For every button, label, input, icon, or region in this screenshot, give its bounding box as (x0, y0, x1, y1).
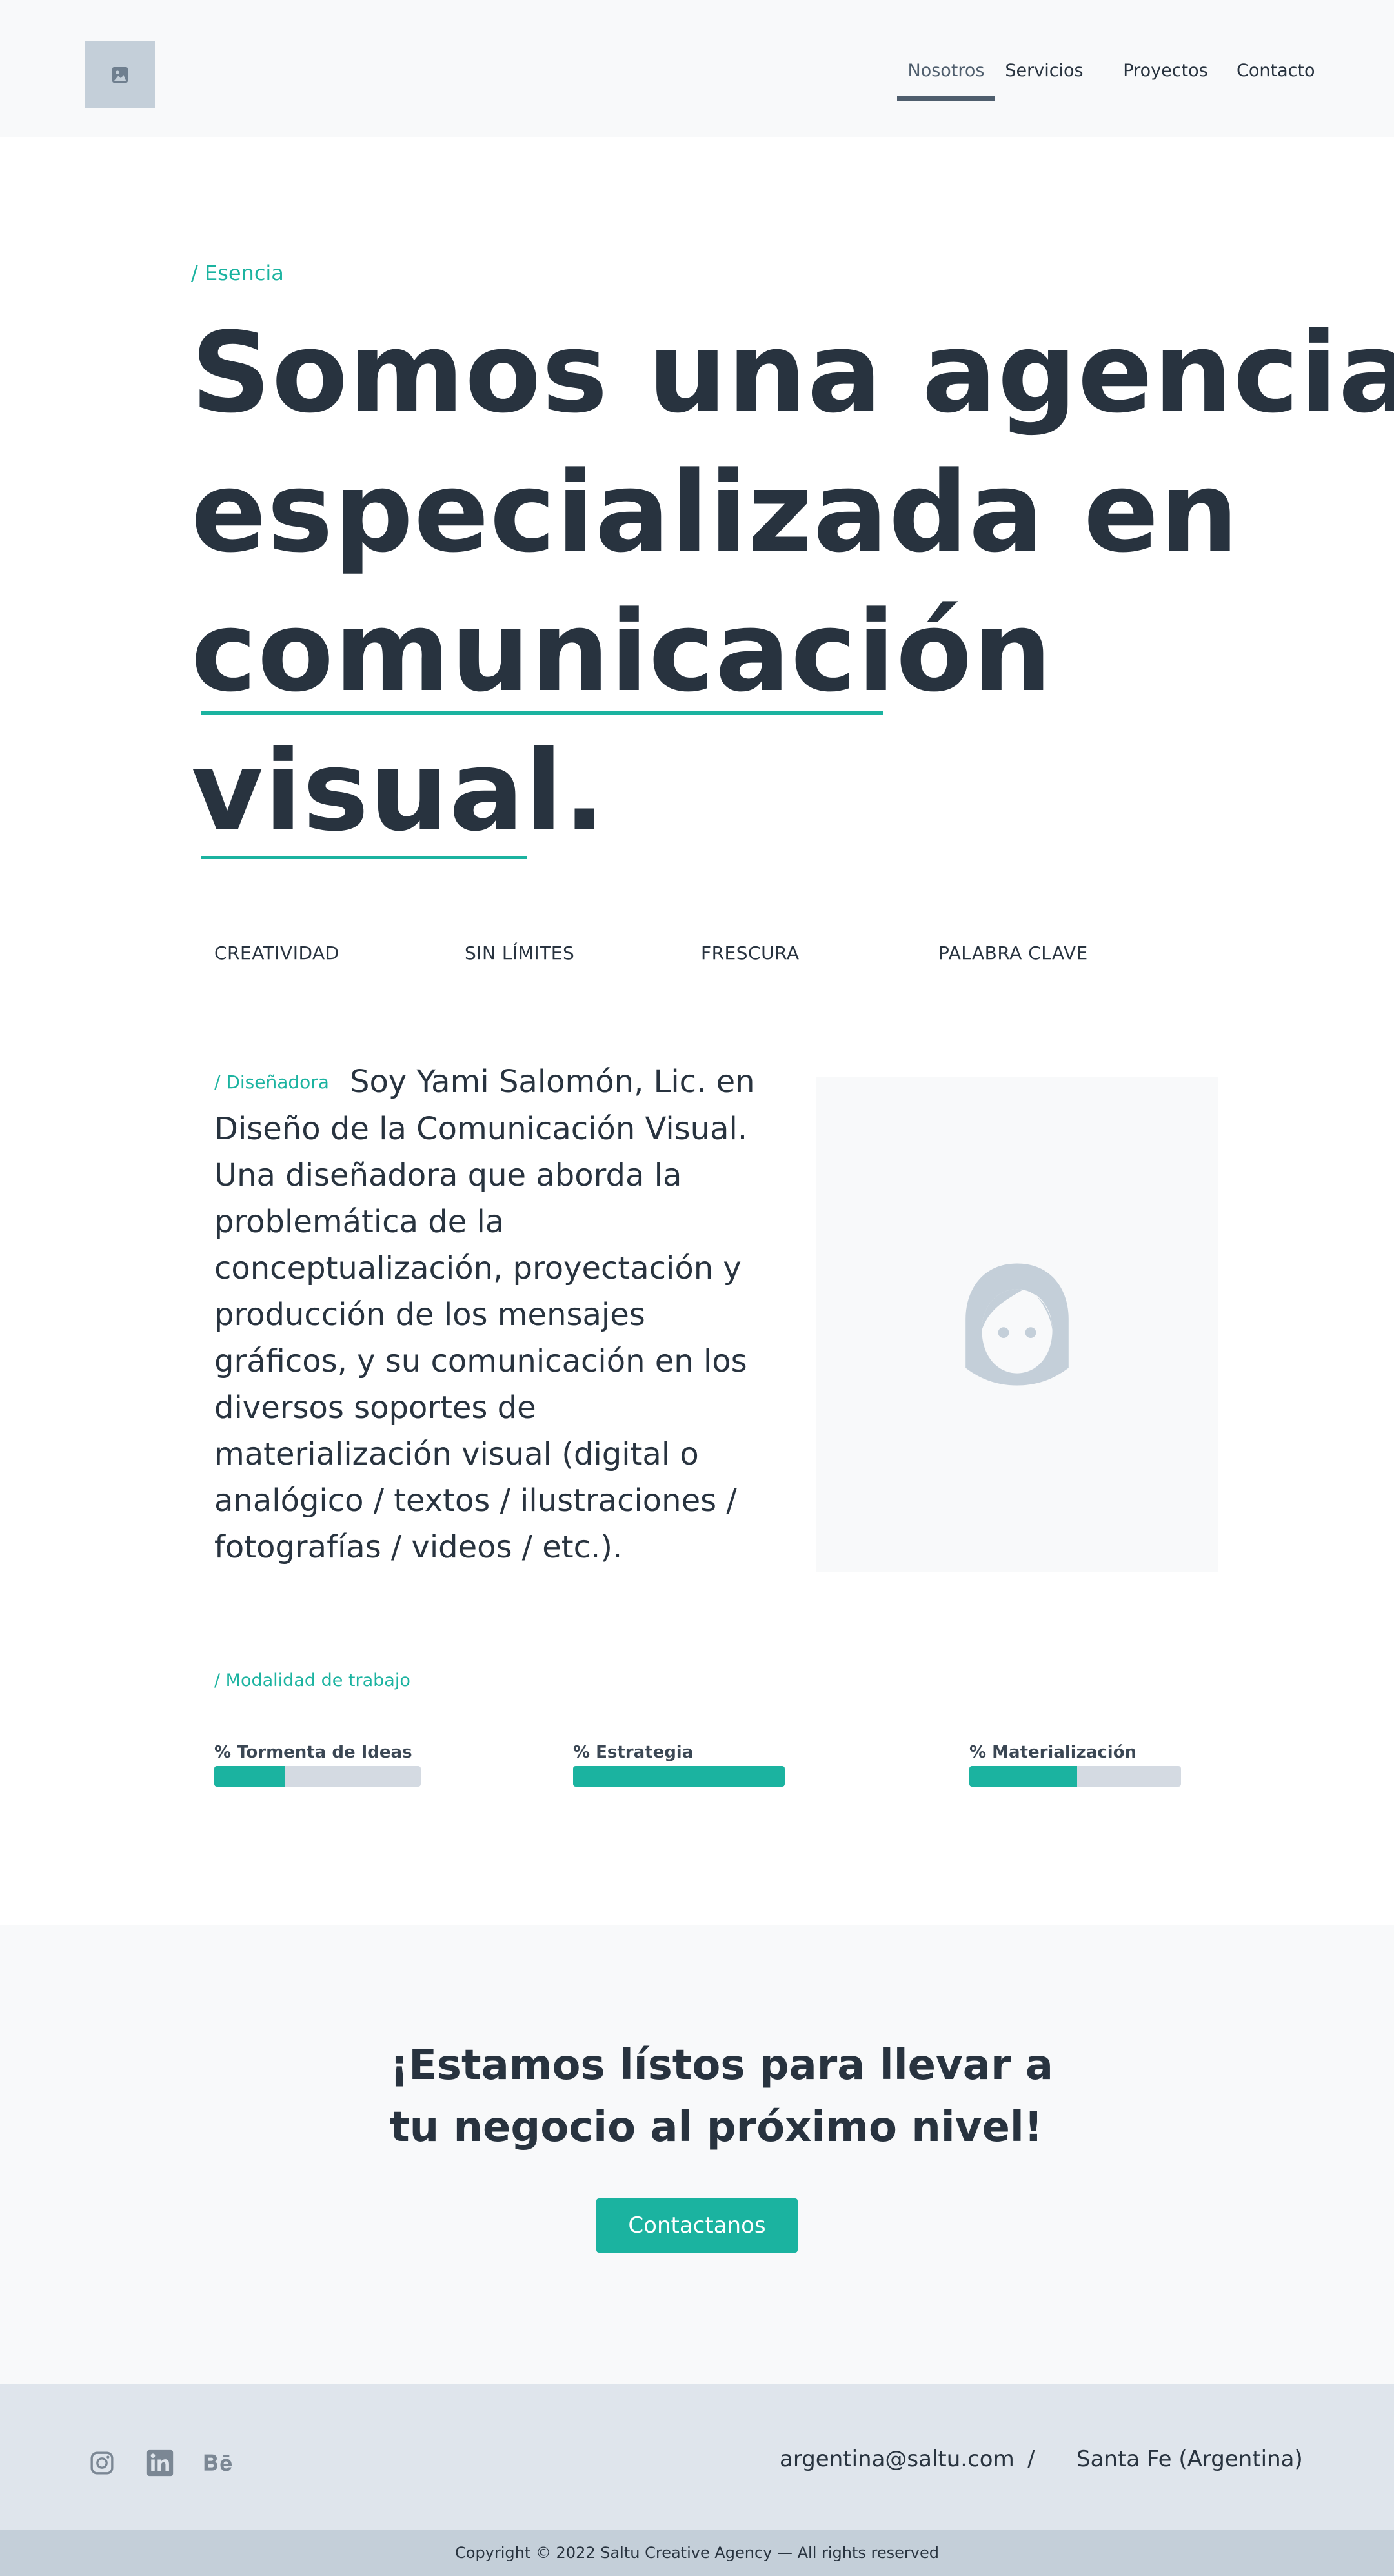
behance-icon (204, 2454, 232, 2471)
keyword: CREATIVIDAD (214, 942, 339, 964)
instagram-icon (90, 2451, 114, 2475)
skill-bar-fill (573, 1766, 785, 1787)
hero-eyebrow: / Esencia (191, 261, 284, 285)
keyword-list: CREATIVIDAD SIN LÍMITES FRESCURA PALABRA… (0, 942, 1394, 968)
nav-item-nosotros[interactable]: Nosotros (897, 57, 995, 101)
skill-bar (573, 1766, 785, 1787)
nav-item-contacto[interactable]: Contacto (1237, 57, 1315, 101)
copyright-text: Copyright © 2022 Saltu Creative Agency —… (455, 2544, 939, 2562)
skill-label: % Estrategia (573, 1743, 694, 1762)
linkedin-link[interactable] (145, 2448, 176, 2479)
keyword: FRESCURA (701, 942, 800, 964)
skill-bar-fill (969, 1766, 1078, 1787)
skill-bar (969, 1766, 1181, 1787)
linkedin-icon (146, 2449, 174, 2477)
cta-title-line: tu negocio al próximo nivel! (390, 2104, 1043, 2151)
keyword: SIN LÍMITES (465, 942, 575, 964)
avatar-placeholder-icon (965, 1263, 1069, 1386)
portrait-placeholder (816, 1077, 1218, 1572)
nav-item-servicios[interactable]: Servicios (1004, 57, 1084, 101)
cta-title-line: ¡Estamos lístos para llevar a (390, 2042, 1053, 2089)
hero-title-line: comunicación (191, 587, 1053, 716)
cta-section: ¡Estamos lístos para llevar a tu negocio… (0, 1925, 1394, 2384)
about-text: / Diseñadora Soy Yami Salomón, Lic. en Di… (214, 1059, 756, 1570)
cta-title: ¡Estamos lístos para llevar a tu negocio… (390, 2034, 1053, 2158)
image-placeholder-icon (112, 67, 128, 83)
skill-label: % Tormenta de Ideas (214, 1743, 412, 1762)
contact-button[interactable]: Contactanos (596, 2198, 798, 2253)
instagram-link[interactable] (86, 2448, 117, 2479)
about-tag: / Diseñadora (214, 1071, 329, 1093)
skill-label: % Materialización (969, 1743, 1137, 1762)
hero-title-line: especializada en (191, 447, 1240, 577)
skill-bar-fill (214, 1766, 285, 1787)
hero-title-line: visual. (191, 726, 607, 856)
logo[interactable] (85, 41, 155, 108)
footer-location: Santa Fe (Argentina) (1076, 2446, 1303, 2472)
hero-title: Somos una agencia especializada en comun… (191, 303, 1394, 861)
skills-eyebrow: / Modalidad de trabajo (214, 1670, 410, 1690)
title-underline (201, 711, 883, 715)
behance-link[interactable] (203, 2448, 236, 2479)
copyright-bar: Copyright © 2022 Saltu Creative Agency —… (0, 2530, 1394, 2576)
footer-email[interactable]: argentina@saltu.com (780, 2446, 1015, 2472)
site-footer: argentina@saltu.com / Santa Fe (Argentin… (0, 2384, 1394, 2530)
site-header: Nosotros Servicios Proyectos Contacto (0, 0, 1394, 137)
nav-item-proyectos[interactable]: Proyectos (1123, 57, 1208, 101)
about-body: Soy Yami Salomón, Lic. en Diseño de la C… (214, 1064, 755, 1565)
footer-separator: / (1027, 2446, 1035, 2472)
keyword: PALABRA CLAVE (938, 942, 1088, 964)
hero-title-line: Somos una agencia (191, 308, 1394, 438)
title-underline (201, 856, 527, 859)
skill-bar (214, 1766, 421, 1787)
